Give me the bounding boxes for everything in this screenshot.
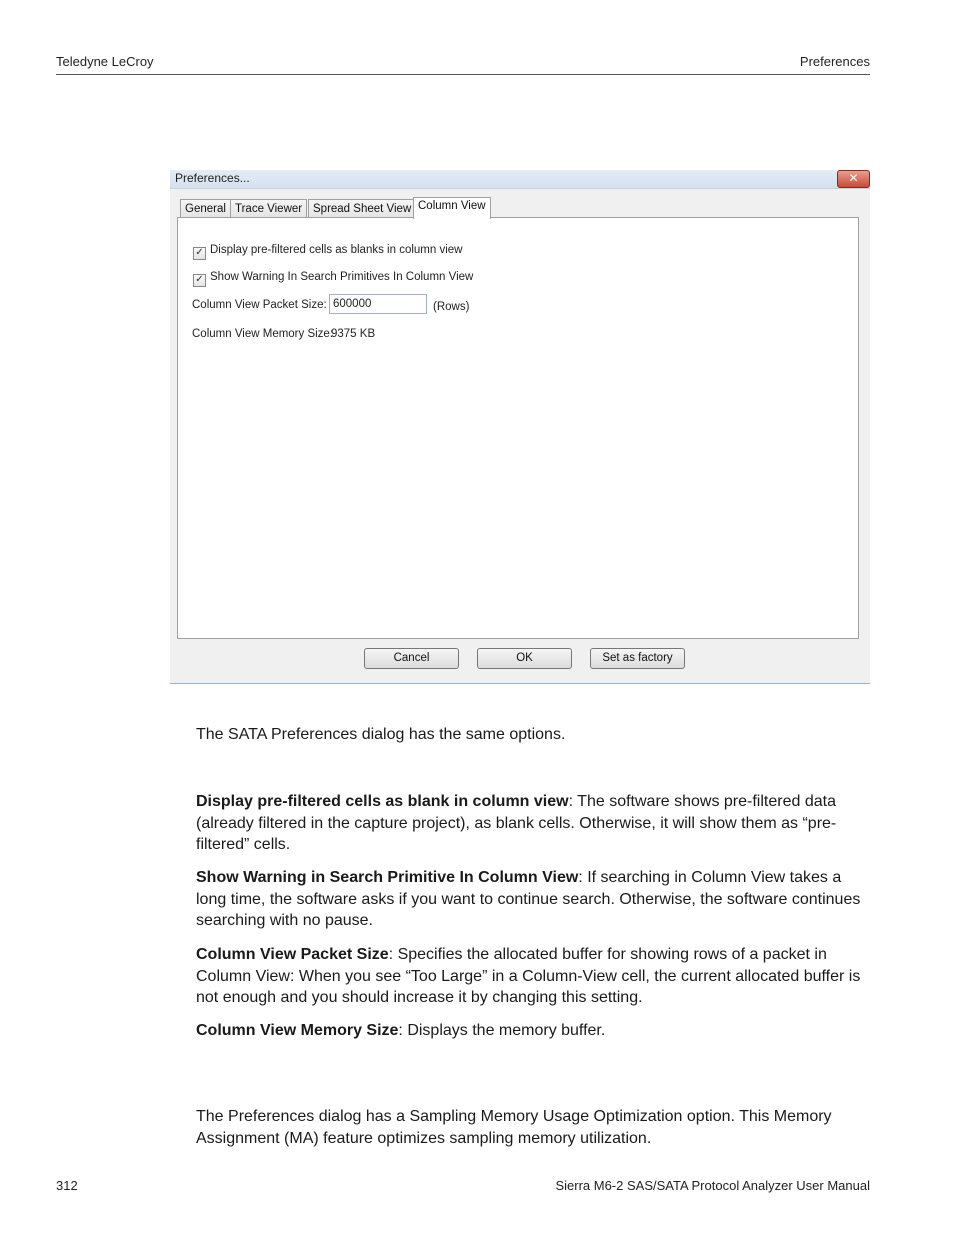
term: Display pre-filtered cells as blank in c… (196, 793, 569, 810)
packet-size-unit: (Rows) (433, 301, 470, 313)
definition: : Displays the memory buffer. (398, 1022, 606, 1039)
page-header-right: Preferences (799, 54, 870, 69)
tab-general[interactable]: General (180, 199, 231, 218)
definition-packet-size: Column View Packet Size: Specifies the a… (196, 944, 868, 1009)
dialog-title: Preferences... (175, 171, 250, 185)
tab-trace-viewer[interactable]: Trace Viewer (230, 199, 308, 218)
definition-memory-size: Column View Memory Size: Displays the me… (196, 1020, 868, 1042)
option-show-warning-label: Show Warning In Search Primitives In Col… (210, 271, 474, 283)
preferences-dialog: Preferences... ✕ General Trace Viewer Sp… (170, 170, 870, 684)
page-number: 312 (56, 1178, 78, 1193)
tab-spread-sheet-view[interactable]: Spread Sheet View (308, 199, 417, 218)
close-button[interactable]: ✕ (837, 170, 870, 188)
memory-size-value: 9375 KB (331, 328, 376, 340)
ok-button[interactable]: OK (477, 648, 572, 669)
option-show-warning[interactable]: ✓ Show Warning In Search Primitives In Co… (193, 271, 473, 287)
term: Column View Memory Size (196, 1022, 399, 1039)
checkbox-display-prefiltered[interactable]: ✓ (193, 247, 206, 260)
closing-paragraph: The Preferences dialog has a Sampling Me… (196, 1108, 832, 1147)
memory-size-label: Column View Memory Size: (192, 328, 334, 340)
manual-title: Sierra M6-2 SAS/SATA Protocol Analyzer U… (555, 1178, 870, 1193)
column-view-panel: ✓ Display pre-filtered cells as blanks in… (177, 217, 859, 639)
tab-column-view[interactable]: Column View (413, 197, 491, 219)
close-icon: ✕ (848, 171, 859, 185)
option-display-prefiltered-label: Display pre-filtered cells as blanks in … (210, 244, 463, 256)
header-rule (56, 74, 870, 75)
packet-size-label: Column View Packet Size: (192, 299, 327, 311)
option-display-prefiltered[interactable]: ✓ Display pre-filtered cells as blanks in… (193, 244, 462, 260)
definition-show-warning: Show Warning in Search Primitive In Colu… (196, 867, 868, 932)
term: Show Warning in Search Primitive In Colu… (196, 869, 579, 886)
checkbox-show-warning[interactable]: ✓ (193, 274, 206, 287)
dialog-titlebar: Preferences... ✕ (170, 170, 870, 189)
page-header-left: Teledyne LeCroy (56, 54, 154, 69)
definition-display-prefiltered: Display pre-filtered cells as blank in c… (196, 791, 868, 856)
cancel-button[interactable]: Cancel (364, 648, 459, 669)
term: Column View Packet Size (196, 946, 389, 963)
set-as-factory-button[interactable]: Set as factory (590, 648, 685, 669)
intro-paragraph: The SATA Preferences dialog has the same… (196, 726, 566, 743)
packet-size-input[interactable] (329, 294, 427, 314)
